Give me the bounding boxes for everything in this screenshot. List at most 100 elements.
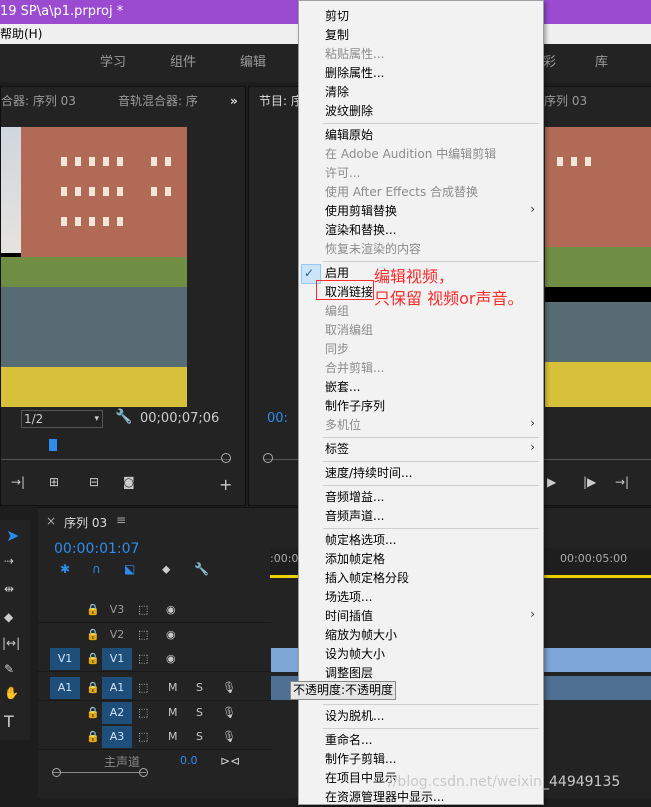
- sync-lock-icon[interactable]: ⬚: [138, 598, 148, 622]
- timeline-timecode[interactable]: 00:00:01:07: [54, 541, 139, 557]
- timeline-zoom-bar[interactable]: [52, 772, 146, 773]
- menu-item-24[interactable]: 音频增益...: [325, 488, 535, 507]
- track-label-a3[interactable]: A3: [102, 726, 132, 748]
- zoom-handle-left[interactable]: [52, 768, 61, 777]
- eye-icon[interactable]: ◉: [166, 623, 176, 647]
- menu-item-23[interactable]: 速度/持续时间...: [325, 464, 535, 483]
- source-zoom-select[interactable]: 1/2 ▾: [21, 410, 103, 428]
- sync-lock-icon[interactable]: ⬚: [138, 676, 148, 700]
- panel-expand-icon[interactable]: »: [230, 87, 238, 115]
- sync-lock-icon[interactable]: ⬚: [138, 701, 148, 725]
- step-forward-icon[interactable]: →|: [11, 475, 25, 489]
- menu-item-27[interactable]: 添加帧定格: [325, 550, 535, 569]
- track-label-a2[interactable]: A2: [102, 702, 132, 724]
- camera-icon[interactable]: ◙: [123, 475, 135, 489]
- close-icon[interactable]: ×: [46, 514, 56, 528]
- play-icon[interactable]: ▶: [547, 475, 556, 489]
- microphone-icon[interactable]: 🎙: [222, 701, 236, 725]
- snap-icon[interactable]: ✱: [60, 562, 70, 576]
- microphone-icon[interactable]: 🎙: [222, 676, 236, 700]
- mute-button[interactable]: M: [168, 701, 178, 725]
- marker-icon[interactable]: ⬥: [162, 562, 170, 577]
- tab-audio-clip-mixer[interactable]: 合器: 序列 03: [1, 87, 76, 115]
- lock-icon[interactable]: 🔒: [86, 623, 100, 647]
- tab-program[interactable]: 节目: 序: [259, 87, 303, 115]
- menu-item-39[interactable]: 在资源管理器中显示...: [325, 788, 535, 807]
- menu-item-19[interactable]: 嵌套...: [325, 378, 535, 397]
- add-button[interactable]: +: [219, 475, 232, 494]
- workspace-tab-color[interactable]: 彩: [543, 44, 556, 82]
- sync-lock-icon[interactable]: ⬚: [138, 725, 148, 749]
- source-patch-a1[interactable]: A1: [50, 677, 80, 699]
- track-label-v1[interactable]: V1: [102, 648, 132, 670]
- menu-help[interactable]: 帮助(H): [0, 24, 42, 44]
- wrench-icon[interactable]: 🔧: [115, 409, 132, 425]
- menu-item-32[interactable]: 设为帧大小: [325, 645, 535, 664]
- pen-tool-icon[interactable]: ✎: [4, 662, 14, 676]
- track-label-v2[interactable]: V2: [102, 624, 132, 646]
- solo-button[interactable]: S: [196, 725, 203, 749]
- insert-icon[interactable]: ⊞: [49, 475, 59, 489]
- menu-item-28[interactable]: 插入帧定格分段: [325, 569, 535, 588]
- workspace-tab-learn[interactable]: 学习: [100, 44, 126, 82]
- track-select-tool-icon[interactable]: ⇢: [4, 554, 14, 568]
- ripple-edit-tool-icon[interactable]: ⇹: [4, 582, 14, 596]
- slip-tool-icon[interactable]: |↔|: [2, 636, 20, 650]
- sync-lock-icon[interactable]: ⬚: [138, 623, 148, 647]
- settings-wrench-icon[interactable]: 🔧: [194, 562, 209, 576]
- zoom-handle[interactable]: [221, 453, 231, 463]
- type-tool-icon[interactable]: T: [4, 712, 14, 731]
- program-zoom-handle[interactable]: [263, 453, 273, 463]
- panel-menu-icon[interactable]: ≡: [116, 513, 126, 527]
- microphone-icon[interactable]: 🎙: [222, 725, 236, 749]
- lock-icon[interactable]: 🔒: [86, 676, 100, 700]
- workspace-tab-libraries[interactable]: 库: [595, 44, 608, 82]
- solo-button[interactable]: S: [196, 676, 203, 700]
- mute-button[interactable]: M: [168, 725, 178, 749]
- menu-item-1[interactable]: 复制: [325, 26, 535, 45]
- menu-item-25[interactable]: 音频声道...: [325, 507, 535, 526]
- menu-item-36[interactable]: 重命名...: [325, 731, 535, 750]
- lock-icon[interactable]: 🔒: [86, 725, 100, 749]
- selection-tool-icon[interactable]: ➤: [6, 526, 19, 545]
- source-scrub-bar[interactable]: [1, 459, 231, 460]
- timeline-sequence-name[interactable]: 序列 03: [64, 514, 107, 531]
- menu-item-26[interactable]: 帧定格选项...: [325, 531, 535, 550]
- track-label-v3[interactable]: V3: [102, 599, 132, 621]
- workspace-tab-edit[interactable]: 编辑: [240, 44, 266, 82]
- tab-audio-track-mixer[interactable]: 音轨混合器: 序: [118, 87, 198, 115]
- zoom-handle-right[interactable]: [139, 768, 148, 777]
- menu-item-0[interactable]: 剪切: [325, 7, 535, 26]
- overwrite-icon[interactable]: ⊟: [89, 475, 99, 489]
- menu-item-3[interactable]: 删除属性...: [325, 64, 535, 83]
- source-playhead[interactable]: [49, 439, 57, 451]
- go-to-out-icon[interactable]: →|: [615, 475, 629, 489]
- menu-item-6[interactable]: 编辑原始: [325, 126, 535, 145]
- menu-item-37[interactable]: 制作子剪辑...: [325, 750, 535, 769]
- source-patch-v1[interactable]: V1: [50, 648, 80, 670]
- menu-item-30[interactable]: 时间插值: [325, 607, 535, 626]
- lock-icon[interactable]: 🔒: [86, 598, 100, 622]
- menu-item-22[interactable]: 标签: [325, 440, 535, 459]
- menu-item-11[interactable]: 渲染和替换...: [325, 221, 535, 240]
- solo-button[interactable]: S: [196, 701, 203, 725]
- menu-item-29[interactable]: 场选项...: [325, 588, 535, 607]
- master-volume-value[interactable]: 0.0: [180, 754, 198, 767]
- eye-icon[interactable]: ◉: [166, 598, 176, 622]
- eye-icon[interactable]: ◉: [166, 647, 176, 671]
- magnet-icon[interactable]: ∩: [92, 562, 101, 576]
- workspace-tab-assembly[interactable]: 组件: [170, 44, 196, 82]
- hand-tool-icon[interactable]: ✋: [4, 686, 19, 700]
- sync-lock-icon[interactable]: ⬚: [138, 647, 148, 671]
- menu-item-35[interactable]: 设为脱机...: [325, 707, 535, 726]
- menu-item-4[interactable]: 清除: [325, 83, 535, 102]
- menu-item-10[interactable]: 使用剪辑替换: [325, 202, 535, 221]
- mute-button[interactable]: M: [168, 676, 178, 700]
- step-forward-frame-icon[interactable]: |▶: [583, 475, 596, 489]
- menu-item-31[interactable]: 缩放为帧大小: [325, 626, 535, 645]
- razor-tool-icon[interactable]: ◆: [4, 610, 13, 624]
- menu-item-5[interactable]: 波纹删除: [325, 102, 535, 121]
- lock-icon[interactable]: 🔒: [86, 701, 100, 725]
- linked-selection-icon[interactable]: ⬕: [124, 562, 135, 576]
- track-label-a1[interactable]: A1: [102, 677, 132, 699]
